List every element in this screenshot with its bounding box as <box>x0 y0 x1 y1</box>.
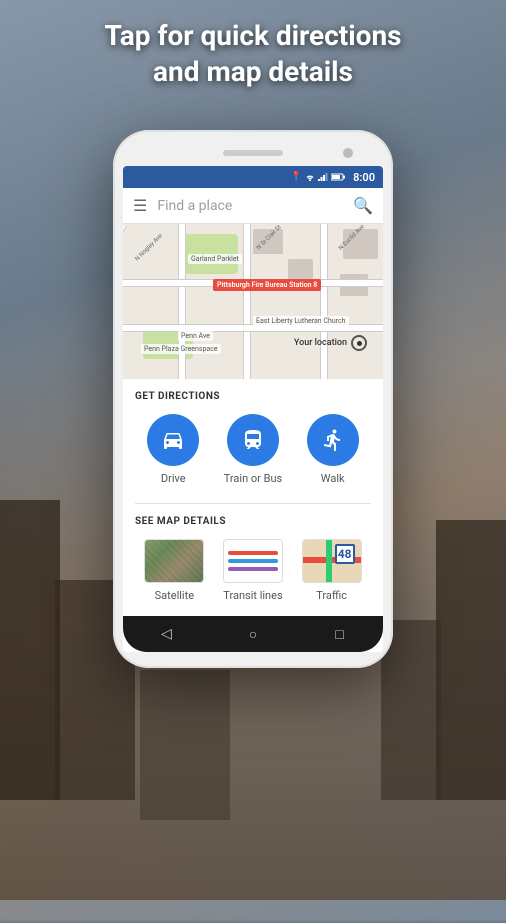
phone-top-bar <box>123 150 383 156</box>
traffic-image: 48 <box>303 540 361 582</box>
transit-lines-thumbnail[interactable] <box>223 539 283 583</box>
map-detail-items: Satellite Transit lines <box>135 539 371 602</box>
label-garland: Garland Parklet <box>188 254 242 264</box>
get-directions-title: GET DIRECTIONS <box>135 391 371 402</box>
traffic-wrap: 48 Traffic <box>302 539 362 602</box>
location-label: Your location <box>294 338 347 348</box>
label-penn-ave: Penn Ave <box>178 331 213 341</box>
map-view[interactable]: Garland Parklet Pittsburgh Fire Bureau S… <box>123 224 383 379</box>
status-icons: 📍 <box>291 172 345 182</box>
home-button[interactable]: ○ <box>241 622 265 646</box>
signal-icon <box>318 173 328 181</box>
building-block-2 <box>288 259 313 279</box>
direction-buttons: Drive Train or Bus <box>135 414 371 485</box>
transit-button[interactable] <box>227 414 279 466</box>
phone-camera <box>343 148 353 158</box>
walk-button[interactable] <box>307 414 359 466</box>
traffic-label: Traffic <box>316 589 347 602</box>
status-time: 8:00 <box>353 171 375 184</box>
hamburger-icon[interactable]: ☰ <box>133 198 147 214</box>
transit-lines-image <box>224 540 282 582</box>
title-line2: and map details <box>153 55 353 88</box>
phone-screen: 📍 <box>123 166 383 652</box>
phone-speaker <box>223 150 283 156</box>
transit-line-purple <box>228 567 278 571</box>
search-icon[interactable]: 🔍 <box>353 196 373 215</box>
marker-fire-station: Pittsburgh Fire Bureau Station 8 <box>213 279 321 291</box>
satellite-wrap: Satellite <box>144 539 204 602</box>
location-pin: Your location <box>294 335 367 351</box>
back-button[interactable]: ◁ <box>154 622 178 646</box>
walk-icon <box>321 428 345 452</box>
gps-icon: 📍 <box>291 172 302 182</box>
road-v-2 <box>243 224 251 379</box>
car-icon <box>161 428 185 452</box>
recent-apps-button[interactable]: □ <box>328 622 352 646</box>
satellite-thumbnail[interactable] <box>144 539 204 583</box>
transit-button-wrap: Train or Bus <box>224 414 282 485</box>
navigation-bar: ◁ ○ □ <box>123 616 383 652</box>
transit-label: Train or Bus <box>224 472 282 485</box>
status-bar: 📍 <box>123 166 383 188</box>
battery-icon <box>331 173 345 181</box>
traffic-number: 48 <box>335 544 355 564</box>
road-v-3 <box>320 224 328 379</box>
hero-text: Tap for quick directions and map details <box>0 18 506 91</box>
road-v-1 <box>178 224 186 379</box>
label-church: East Liberty Lutheran Church <box>253 316 349 326</box>
label-penn: Penn Plaza Greenspace <box>141 344 221 354</box>
bus-icon <box>241 428 265 452</box>
drive-label: Drive <box>161 472 186 485</box>
satellite-image <box>145 540 203 582</box>
bottom-panel: GET DIRECTIONS Drive <box>123 379 383 614</box>
satellite-label: Satellite <box>155 589 194 602</box>
traffic-thumbnail[interactable]: 48 <box>302 539 362 583</box>
walk-button-wrap: Walk <box>307 414 359 485</box>
title-line1: Tap for quick directions <box>104 19 401 52</box>
transit-lines-wrap: Transit lines <box>223 539 283 602</box>
phone-device: 📍 <box>113 130 393 668</box>
search-placeholder[interactable]: Find a place <box>157 198 343 214</box>
drive-button-wrap: Drive <box>147 414 199 485</box>
transit-line-red <box>228 551 278 555</box>
section-divider <box>135 503 371 504</box>
transit-lines-label: Transit lines <box>223 589 282 602</box>
walk-label: Walk <box>321 472 345 485</box>
traffic-road-v <box>326 540 332 582</box>
search-bar[interactable]: ☰ Find a place 🔍 <box>123 188 383 224</box>
transit-line-blue <box>228 559 278 563</box>
map-details-title: SEE MAP DETAILS <box>135 516 371 527</box>
phone-body: 📍 <box>113 130 393 668</box>
wifi-icon <box>305 173 315 181</box>
location-dot <box>351 335 367 351</box>
drive-button[interactable] <box>147 414 199 466</box>
